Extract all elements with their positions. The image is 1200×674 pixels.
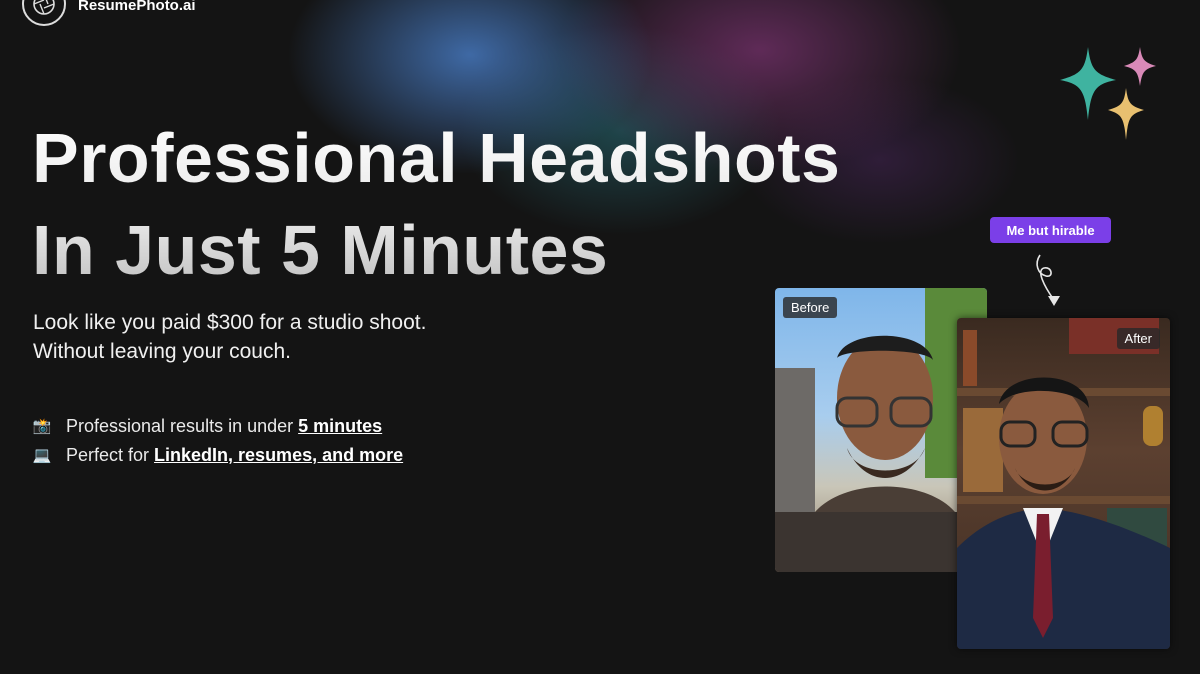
after-photo: After bbox=[957, 318, 1170, 649]
feature-list: 📸 Professional results in under 5 minute… bbox=[32, 412, 403, 470]
hero-subtitle: Look like you paid $300 for a studio sho… bbox=[33, 308, 426, 366]
feature-item: 💻 Perfect for LinkedIn, resumes, and mor… bbox=[32, 441, 403, 470]
camera-icon: 📸 bbox=[32, 418, 52, 435]
aperture-icon bbox=[22, 0, 66, 26]
feature-text: Professional results in under 5 minutes bbox=[66, 416, 383, 436]
before-photo: Before bbox=[775, 288, 987, 572]
brand-logo[interactable]: ResumePhoto.ai bbox=[22, 0, 196, 26]
laptop-icon: 💻 bbox=[32, 447, 52, 464]
me-but-hirable-tag: Me but hirable bbox=[990, 217, 1111, 243]
feature-link-linkedin[interactable]: LinkedIn, resumes, and more bbox=[154, 445, 403, 465]
feature-item: 📸 Professional results in under 5 minute… bbox=[32, 412, 403, 441]
before-label: Before bbox=[783, 297, 838, 318]
brand-name: ResumePhoto.ai bbox=[78, 0, 196, 14]
feature-link-5-minutes[interactable]: 5 minutes bbox=[298, 416, 382, 436]
sparkles-icon bbox=[1060, 47, 1156, 140]
hero-title-line-2: In Just 5 Minutes bbox=[32, 211, 609, 289]
subtitle-line-1: Look like you paid $300 for a studio sho… bbox=[33, 311, 427, 334]
hero-title-line-1: Professional Headshots bbox=[32, 119, 841, 197]
subtitle-line-2: Without leaving your couch. bbox=[33, 340, 291, 363]
after-label: After bbox=[1116, 328, 1160, 349]
feature-text: Perfect for LinkedIn, resumes, and more bbox=[66, 445, 404, 465]
curly-arrow-icon bbox=[1036, 254, 1060, 306]
hero-title: Professional Headshots In Just 5 Minutes bbox=[32, 112, 840, 296]
